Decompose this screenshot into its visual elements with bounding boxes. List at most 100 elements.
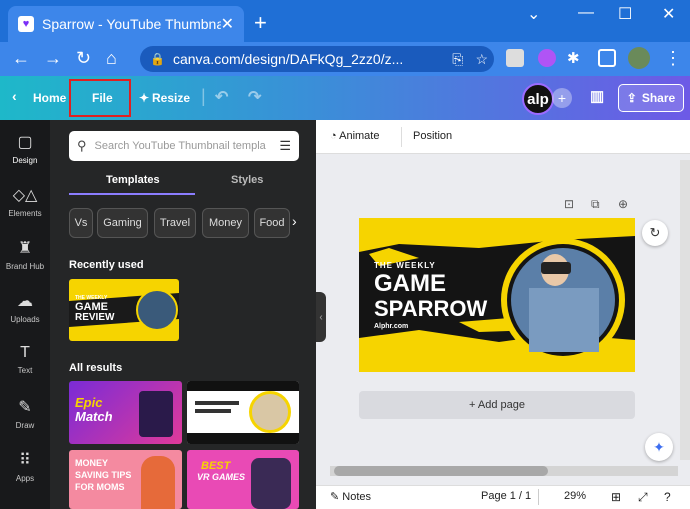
minimize-button[interactable]: — — [578, 4, 594, 22]
extension-icon[interactable] — [506, 49, 524, 67]
home-button[interactable]: Home — [33, 91, 66, 105]
tab-close-icon[interactable]: ✕ — [221, 14, 234, 34]
share-page-icon[interactable]: ⎘ — [452, 51, 463, 68]
share-label: Share — [641, 91, 676, 105]
tab-styles[interactable]: Styles — [231, 174, 263, 186]
extension-icon[interactable] — [538, 49, 556, 67]
rail-item-elements[interactable]: ◇△ Elements — [0, 185, 50, 218]
position-button[interactable]: Position — [413, 130, 452, 142]
zoom-level[interactable]: 29% — [564, 490, 586, 502]
vertical-scrollbar[interactable] — [680, 160, 690, 460]
divider: | — [201, 86, 206, 106]
chip-food[interactable]: Food — [254, 208, 290, 238]
home-icon[interactable]: ⌂ — [106, 48, 117, 69]
rail-item-design[interactable]: ▢ Design — [0, 132, 50, 165]
filter-sliders-icon[interactable]: ☰ — [279, 138, 291, 154]
search-placeholder: Search YouTube Thumbnail templa — [94, 140, 266, 152]
back-arrow-icon[interactable]: ← — [12, 48, 30, 69]
chip-travel[interactable]: Travel — [154, 208, 196, 238]
result-text-line — [195, 409, 231, 413]
text-icon: T — [20, 344, 30, 361]
close-window-button[interactable]: ✕ — [662, 4, 675, 24]
recent-template-thumb[interactable]: THE WEEKLY GAME REVIEW — [69, 279, 179, 341]
reload-icon[interactable]: ↻ — [76, 48, 91, 69]
apps-grid-icon: ⠿ — [19, 452, 31, 469]
horizontal-scroll-thumb[interactable] — [334, 466, 548, 476]
forward-arrow-icon[interactable]: → — [44, 48, 62, 69]
new-tab-button[interactable]: + — [254, 10, 267, 36]
draw-pen-icon: ✎ — [18, 399, 32, 416]
chip-gaming[interactable]: Gaming — [97, 208, 148, 238]
help-icon[interactable]: ? — [664, 490, 671, 504]
design-site: Alphr.com — [374, 323, 409, 330]
rail-item-draw[interactable]: ✎ Draw — [0, 397, 50, 430]
maximize-button[interactable]: ☐ — [618, 4, 632, 24]
add-collaborator-button[interactable]: + — [552, 88, 572, 108]
notes-icon: ✎ — [330, 491, 340, 503]
recently-used-heading: Recently used — [69, 259, 144, 271]
all-results-heading: All results — [69, 362, 123, 374]
recent-thumb-line3: REVIEW — [75, 312, 115, 323]
puzzle-icon[interactable]: ✱ — [567, 49, 585, 67]
toolbar-divider — [401, 127, 402, 147]
chevron-right-icon[interactable]: › — [292, 213, 297, 229]
menu-kebab-icon[interactable]: ⋮ — [664, 48, 682, 69]
sparkle-icon: ✦ — [139, 91, 150, 105]
result-photo — [139, 391, 173, 437]
animate-icon: ◔ — [330, 130, 337, 142]
design-page[interactable]: THE WEEKLY GAME SPARROW Alphr.com — [359, 218, 635, 372]
rail-label: Text — [17, 366, 33, 375]
result-title: MONEY — [75, 458, 109, 468]
canva-favicon-icon: ♥ — [18, 16, 34, 32]
browser-tab[interactable]: ♥ Sparrow - YouTube Thumbnail ✕ — [8, 6, 244, 42]
chevron-left-icon[interactable]: ‹ — [12, 88, 17, 104]
undo-icon[interactable]: ↶ — [215, 87, 228, 107]
fullscreen-icon[interactable]: ⤢ — [638, 490, 648, 505]
resize-button[interactable]: Resize — [152, 91, 190, 105]
lock-icon[interactable]: ⊡ — [564, 197, 574, 211]
result-thumb-money-tips[interactable]: MONEY SAVING TIPS FOR MOMS — [69, 450, 182, 509]
search-input[interactable]: ⚲ Search YouTube Thumbnail templa ☰ — [69, 131, 299, 161]
result-title2: Match — [75, 409, 113, 424]
share-button[interactable]: ⇪ Share — [618, 84, 684, 112]
magic-sparkle-button[interactable]: ✦ — [645, 433, 673, 461]
result-thumb-portrait[interactable] — [187, 381, 299, 444]
design-icon: ▢ — [17, 134, 33, 151]
redo-icon[interactable]: ↷ — [248, 87, 261, 107]
bookmark-star-icon[interactable]: ☆ — [475, 51, 488, 68]
rail-label: Brand Hub — [5, 262, 45, 271]
rail-item-uploads[interactable]: ☁ Uploads — [0, 291, 50, 324]
chip-vs[interactable]: Vs — [69, 208, 93, 238]
animate-label: Animate — [339, 130, 380, 142]
analytics-chart-icon[interactable]: ▥ — [590, 87, 604, 105]
sidepanel-icon[interactable] — [598, 49, 616, 67]
grid-view-icon[interactable]: ⊞ — [611, 490, 621, 504]
avatar[interactable]: alp — [522, 83, 554, 115]
brand-hub-icon: ♜ — [17, 240, 33, 257]
url-field[interactable]: 🔒 canva.com/design/DAFkQg_2zz0/z... ⎘ ☆ — [140, 46, 494, 72]
rail-label: Draw — [15, 421, 35, 430]
profile-avatar[interactable] — [628, 47, 650, 69]
design-line2: GAME — [374, 270, 446, 297]
rail-item-brand-hub[interactable]: ♜ Brand Hub — [0, 238, 50, 271]
chevron-down-icon[interactable]: ⌄ — [527, 4, 540, 24]
duplicate-page-icon[interactable]: ⧉ — [591, 197, 600, 212]
add-page-button[interactable]: + Add page — [359, 391, 635, 419]
tab-title: Sparrow - YouTube Thumbnail — [42, 16, 221, 32]
result-thumb-vr-games[interactable]: BEST VR GAMES — [187, 450, 299, 509]
tab-templates[interactable]: Templates — [106, 174, 160, 186]
rail-item-apps[interactable]: ⠿ Apps — [0, 450, 50, 483]
rail-label: Apps — [15, 474, 35, 483]
collapse-panel-handle[interactable]: ‹ — [316, 292, 326, 342]
chip-money[interactable]: Money — [202, 208, 249, 238]
notes-button[interactable]: ✎ Notes — [330, 490, 371, 503]
comment-icon[interactable]: ↻ — [642, 220, 668, 246]
upload-cloud-icon: ☁ — [17, 293, 33, 310]
page-indicator[interactable]: Page 1 / 1 — [481, 490, 531, 502]
animate-button[interactable]: ◔ Animate — [330, 130, 379, 142]
result-title3: FOR MOMS — [75, 482, 125, 492]
result-thumb-epic-match[interactable]: Epic Match — [69, 381, 182, 444]
add-page-icon[interactable]: ⊕ — [618, 197, 628, 211]
rail-item-text[interactable]: T Text — [0, 344, 50, 375]
lock-icon: 🔒 — [150, 52, 165, 66]
